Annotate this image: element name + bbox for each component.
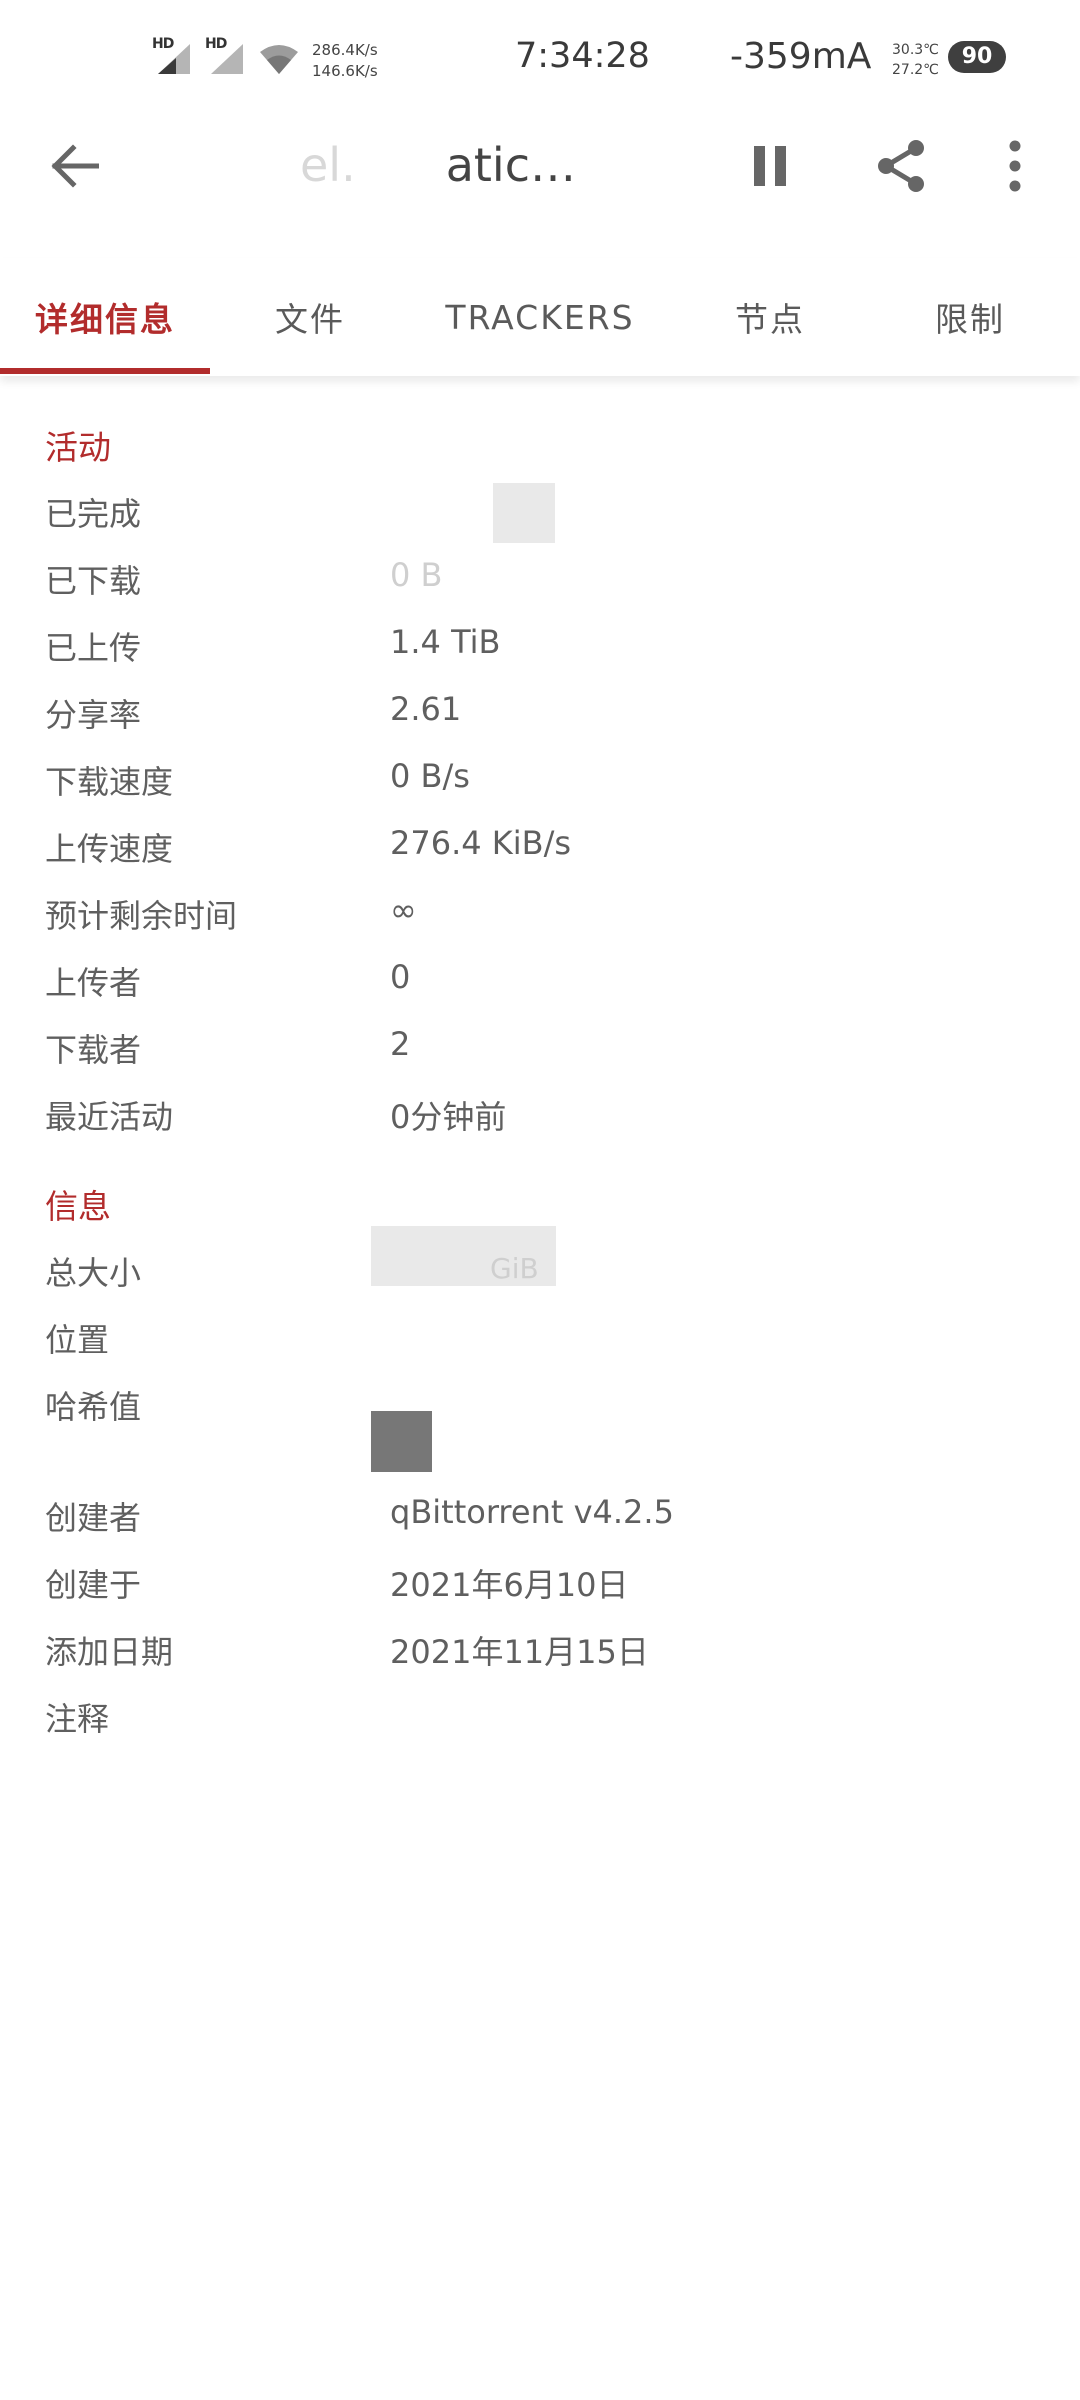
value-seeders: 0 <box>390 958 411 996</box>
battery-current: -359mA <box>730 36 872 77</box>
value-eta: ∞ <box>390 891 417 929</box>
label-uploaded: 已上传 <box>45 629 142 667</box>
label-location: 位置 <box>45 1321 110 1359</box>
title-part-1: el. <box>300 138 356 192</box>
label-created-by: 创建者 <box>45 1499 142 1537</box>
tab-details[interactable]: 详细信息 <box>0 258 210 376</box>
value-share-ratio: 2.61 <box>390 690 462 728</box>
label-leechers: 下载者 <box>45 1031 142 1069</box>
label-comment: 注释 <box>45 1700 110 1738</box>
tab-trackers[interactable]: TRACKERS <box>420 258 660 376</box>
label-total-size: 总大小 <box>45 1254 142 1292</box>
label-seeders: 上传者 <box>45 964 142 1002</box>
pause-icon <box>754 146 786 186</box>
signal-sim2-icon: HD <box>205 36 247 74</box>
more-vert-icon <box>1009 140 1021 192</box>
value-upload-speed: 276.4 KiB/s <box>390 824 572 862</box>
speed-down: 286.4K/s <box>312 41 378 59</box>
temp-1: 30.3℃ <box>892 42 939 58</box>
status-bar: HD HD 286.4K/s 146.6K/s 7:34:28 -359mA 3… <box>0 0 1080 118</box>
label-hash: 哈希值 <box>45 1388 142 1426</box>
label-upload-speed: 上传速度 <box>45 830 174 868</box>
speed-up: 146.6K/s <box>312 62 378 80</box>
tab-limits[interactable]: 限制 <box>890 258 1050 376</box>
back-button[interactable] <box>30 118 120 214</box>
battery-badge: 90 <box>948 41 1006 73</box>
label-download-speed: 下载速度 <box>45 763 174 801</box>
value-created-by: qBittorrent v4.2.5 <box>390 1493 674 1531</box>
active-tab-indicator <box>0 368 210 374</box>
share-icon <box>878 140 924 192</box>
label-share-ratio: 分享率 <box>45 696 142 734</box>
tab-peers[interactable]: 节点 <box>690 258 850 376</box>
label-last-activity: 最近活动 <box>45 1098 174 1136</box>
value-downloaded: 0 B <box>390 556 443 594</box>
value-download-speed: 0 B/s <box>390 757 470 795</box>
value-leechers: 2 <box>390 1025 411 1063</box>
redacted-completed-value <box>493 483 555 543</box>
value-total-size-unit: GiB <box>490 1252 539 1285</box>
wifi-icon <box>258 42 300 76</box>
signal-sim1-icon: HD <box>152 36 194 74</box>
value-last-activity: 0分钟前 <box>390 1098 507 1136</box>
section-activity-title: 活动 <box>45 428 111 467</box>
value-added-on: 2021年11月15日 <box>390 1633 649 1671</box>
network-speed: 286.4K/s 146.6K/s <box>312 40 378 82</box>
label-eta: 预计剩余时间 <box>45 897 238 935</box>
app-toolbar: el. atic… <box>0 118 1080 214</box>
title-part-2: atic… <box>445 138 576 192</box>
value-created-on: 2021年6月10日 <box>390 1566 629 1604</box>
label-added-on: 添加日期 <box>45 1633 174 1671</box>
label-downloaded: 已下载 <box>45 562 142 600</box>
tab-files[interactable]: 文件 <box>230 258 390 376</box>
label-completed: 已完成 <box>45 495 142 533</box>
back-arrow-icon <box>51 144 99 188</box>
pause-button[interactable] <box>730 118 810 214</box>
label-created-on: 创建于 <box>45 1566 142 1604</box>
value-uploaded: 1.4 TiB <box>390 623 501 661</box>
clock: 7:34:28 <box>515 36 650 76</box>
torrent-title: el. atic… <box>300 138 576 192</box>
temperatures: 30.3℃ 27.2℃ <box>892 40 939 80</box>
section-info-title: 信息 <box>45 1187 111 1226</box>
temp-2: 27.2℃ <box>892 62 939 78</box>
share-button[interactable] <box>860 118 944 214</box>
more-options-button[interactable] <box>980 118 1050 214</box>
redacted-hash <box>371 1411 432 1472</box>
tab-bar: 详细信息 文件 TRACKERS 节点 限制 <box>0 258 1080 376</box>
